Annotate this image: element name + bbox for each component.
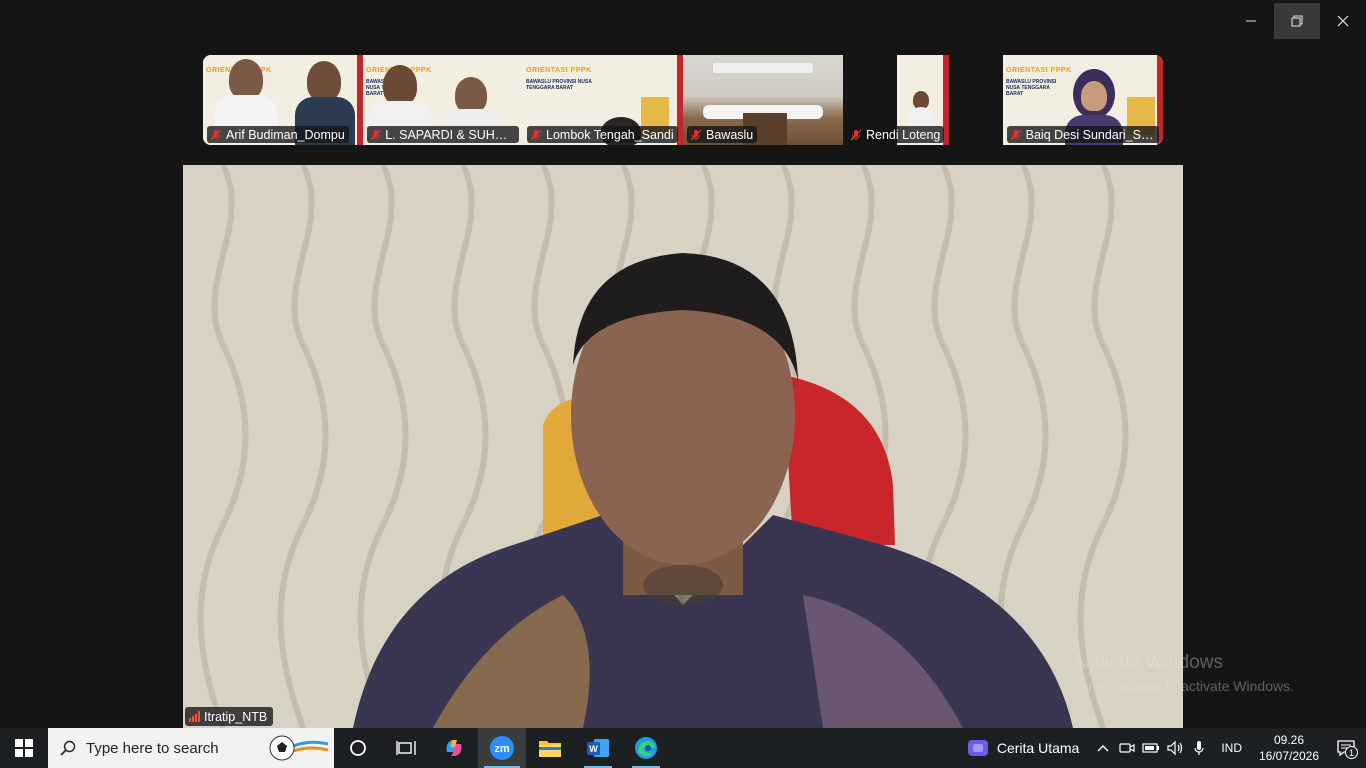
- taskbar-search-box[interactable]: Type here to search: [48, 728, 334, 768]
- news-widget[interactable]: Cerita Utama: [955, 728, 1091, 768]
- watermark-subtitle: Go to Settings to activate Windows.: [1073, 678, 1294, 694]
- volume-icon: [1167, 740, 1183, 756]
- restore-button[interactable]: [1274, 3, 1320, 39]
- participant-name-tag: Rendi Loteng: [847, 126, 945, 143]
- news-label: Cerita Utama: [996, 740, 1080, 756]
- participant-name-tag: Baiq Desi Sundari_Se...: [1007, 126, 1159, 143]
- watermark-title: Activate Windows: [1073, 652, 1223, 673]
- svg-text:zm: zm: [494, 743, 510, 755]
- participant-name: Baiq Desi Sundari_Se...: [1025, 127, 1155, 142]
- activate-windows-watermark: Activate Windows Go to Settings to activ…: [1073, 652, 1294, 694]
- participant-name-tag: Bawaslu: [687, 126, 758, 143]
- connection-signal-icon: [189, 711, 200, 722]
- system-tray: IND 09.26 16/07/2026 1: [1091, 728, 1366, 768]
- edge-taskbar-button[interactable]: [622, 728, 670, 768]
- cortana-button[interactable]: [334, 728, 382, 768]
- taskbar-clock[interactable]: 09.26 16/07/2026: [1252, 732, 1326, 764]
- taskbar: Type here to search zm W Cerita Utama IN…: [0, 728, 1366, 768]
- participant-name: Bawaslu: [706, 127, 754, 142]
- zoom-taskbar-button[interactable]: zm: [478, 728, 526, 768]
- participant-tile[interactable]: Bawaslu: [683, 55, 843, 145]
- start-button[interactable]: [0, 728, 48, 768]
- active-speaker-name-tag: Itratip_NTB: [185, 707, 274, 726]
- notification-count-badge: 1: [1345, 746, 1358, 759]
- mic-muted-icon: [1009, 128, 1023, 142]
- participant-tile[interactable]: Rendi Loteng: [843, 55, 1003, 145]
- microphone-button[interactable]: [1187, 728, 1211, 768]
- word-icon: W: [587, 739, 609, 757]
- active-speaker-video[interactable]: Itratip_NTB: [183, 165, 1183, 728]
- participant-name: Lombok Tengah_Sandi: [546, 127, 674, 142]
- zoom-meeting-window: ORIENTASI PPPK Arif Budiman_Dompu ORIENT…: [0, 0, 1366, 728]
- participant-tile[interactable]: ORIENTASI PPPK Arif Budiman_Dompu: [203, 55, 363, 145]
- input-language-indicator[interactable]: IND: [1211, 741, 1252, 755]
- svg-text:W: W: [589, 744, 598, 754]
- mic-muted-icon: [369, 128, 382, 142]
- participant-tile[interactable]: ORIENTASI PPPK BAWASLU PROVINSI NUSA TEN…: [363, 55, 523, 145]
- volume-button[interactable]: [1163, 728, 1187, 768]
- file-explorer-icon: [539, 741, 561, 757]
- search-highlight-soccer-icon: [269, 735, 328, 761]
- participant-name: Rendi Loteng: [866, 127, 941, 142]
- participant-name-tag: L. SAPARDI & SUHAR...: [367, 126, 519, 143]
- mic-muted-icon: [849, 128, 863, 142]
- task-view-button[interactable]: [382, 728, 430, 768]
- participant-tile[interactable]: ORIENTASI PPPK BAWASLU PROVINSI NUSA TEN…: [523, 55, 683, 145]
- active-speaker-name: Itratip_NTB: [204, 709, 268, 724]
- mic-muted-icon: [689, 128, 703, 142]
- participant-name-tag: Lombok Tengah_Sandi: [527, 126, 678, 143]
- poster-title: ORIENTASI PPPK: [526, 67, 592, 74]
- word-taskbar-button[interactable]: W: [574, 728, 622, 768]
- battery-button[interactable]: [1139, 728, 1163, 768]
- search-icon: [60, 740, 76, 756]
- microphone-icon: [1194, 741, 1204, 755]
- chevron-up-icon: [1097, 745, 1109, 752]
- news-widget-icon: [967, 740, 988, 756]
- clock-time: 09.26: [1273, 733, 1305, 747]
- edge-icon: [635, 737, 657, 759]
- poster-subtitle: BAWASLU PROVINSI NUSA TENGGARA BARAT: [526, 79, 592, 91]
- windows-logo-icon: [15, 739, 33, 757]
- file-explorer-button[interactable]: [526, 728, 574, 768]
- mic-muted-icon: [209, 128, 223, 142]
- window-controls: [1228, 3, 1366, 41]
- copilot-icon: [446, 740, 462, 756]
- participant-tile[interactable]: ORIENTASI PPPK BAWASLU PROVINSI NUSA TEN…: [1003, 55, 1163, 145]
- meet-now-button[interactable]: [1115, 728, 1139, 768]
- participant-name: Arif Budiman_Dompu: [226, 127, 345, 142]
- participant-strip: ORIENTASI PPPK Arif Budiman_Dompu ORIENT…: [203, 55, 1163, 145]
- zoom-icon: zm: [490, 736, 514, 760]
- close-icon: [1337, 15, 1349, 27]
- poster-subtitle: BAWASLU PROVINSI NUSA TENGGARA BARAT: [1006, 79, 1057, 97]
- participant-name-tag: Arif Budiman_Dompu: [207, 126, 349, 143]
- copilot-button[interactable]: [430, 728, 478, 768]
- minimize-button[interactable]: [1228, 3, 1274, 39]
- close-button[interactable]: [1320, 3, 1366, 39]
- cortana-icon: [350, 740, 366, 756]
- minimize-icon: [1246, 20, 1256, 22]
- battery-icon: [1142, 743, 1160, 753]
- camera-icon: [1119, 743, 1135, 753]
- wallpaper-background: [183, 165, 1183, 728]
- search-placeholder: Type here to search: [86, 739, 219, 757]
- task-view-icon: [396, 741, 416, 755]
- mic-muted-icon: [529, 128, 543, 142]
- clock-date: 16/07/2026: [1258, 749, 1320, 763]
- poster-title: ORIENTASI PPPK: [1006, 67, 1072, 74]
- show-hidden-icons-button[interactable]: [1091, 728, 1115, 768]
- action-center-button[interactable]: 1: [1326, 728, 1366, 768]
- participant-name: L. SAPARDI & SUHAR...: [385, 127, 515, 142]
- restore-icon: [1291, 15, 1303, 27]
